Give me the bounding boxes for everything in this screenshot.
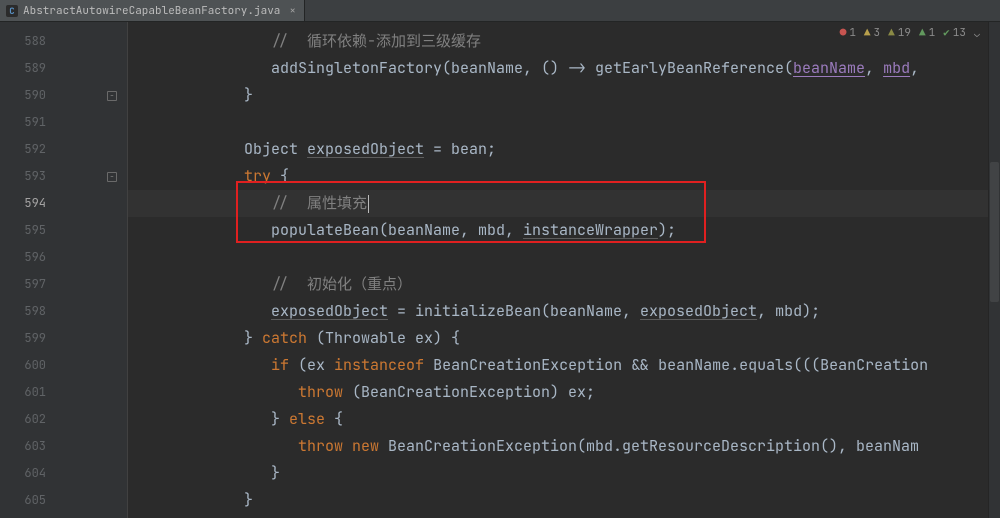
line-number-gutter: 588 589 590 591 592 593 594 595 596 597 … — [0, 22, 56, 518]
file-tab[interactable]: C AbstractAutowireCapableBeanFactory.jav… — [0, 0, 305, 21]
line-number: 604 — [0, 460, 56, 487]
code-line: if (ex instanceof BeanCreationException … — [128, 352, 1000, 379]
line-number: 598 — [0, 298, 56, 325]
code-line: populateBean(beanName, mbd, instanceWrap… — [128, 217, 1000, 244]
line-number: 593 — [0, 163, 56, 190]
close-icon[interactable]: × — [289, 4, 296, 18]
line-number: 601 — [0, 379, 56, 406]
editor-tabbar: C AbstractAutowireCapableBeanFactory.jav… — [0, 0, 1000, 22]
code-area[interactable]: // 循环依赖-添加到三级缓存 addSingletonFactory(bean… — [128, 22, 1000, 518]
code-line: } — [128, 82, 1000, 109]
line-number: 596 — [0, 244, 56, 271]
fold-toggle-icon[interactable]: − — [107, 91, 117, 101]
gutter-icons: − − — [56, 22, 128, 518]
fold-toggle-icon[interactable]: − — [107, 172, 117, 182]
line-number: 591 — [0, 109, 56, 136]
line-number-current: 594 — [0, 190, 56, 217]
line-number: 597 — [0, 271, 56, 298]
line-number: 603 — [0, 433, 56, 460]
code-line: try { — [128, 163, 1000, 190]
line-number: 590 — [0, 82, 56, 109]
editor-scrollbar[interactable] — [988, 22, 1000, 518]
code-line-current: // 属性填充 — [128, 190, 1000, 217]
code-line: Object exposedObject = bean; — [128, 136, 1000, 163]
line-number: 589 — [0, 55, 56, 82]
code-line — [128, 244, 1000, 271]
code-line: throw new BeanCreationException(mbd.getR… — [128, 433, 1000, 460]
code-line: } else { — [128, 406, 1000, 433]
code-line: addSingletonFactory(beanName, () -> getE… — [128, 55, 1000, 82]
code-line: } catch (Throwable ex) { — [128, 325, 1000, 352]
code-line — [128, 109, 1000, 136]
code-editor[interactable]: 588 589 590 591 592 593 594 595 596 597 … — [0, 22, 1000, 518]
text-caret — [368, 195, 369, 213]
line-number: 602 — [0, 406, 56, 433]
line-number: 592 — [0, 136, 56, 163]
scrollbar-thumb[interactable] — [990, 162, 999, 302]
code-line: throw (BeanCreationException) ex; — [128, 379, 1000, 406]
line-number: 588 — [0, 28, 56, 55]
java-class-icon: C — [6, 5, 18, 17]
line-number: 600 — [0, 352, 56, 379]
code-line: } — [128, 460, 1000, 487]
code-line: // 循环依赖-添加到三级缓存 — [128, 28, 1000, 55]
code-line: } — [128, 487, 1000, 514]
line-number: 595 — [0, 217, 56, 244]
code-line: exposedObject = initializeBean(beanName,… — [128, 298, 1000, 325]
line-number: 605 — [0, 487, 56, 514]
file-tab-label: AbstractAutowireCapableBeanFactory.java — [23, 4, 280, 18]
code-line: // 初始化（重点） — [128, 271, 1000, 298]
line-number: 599 — [0, 325, 56, 352]
